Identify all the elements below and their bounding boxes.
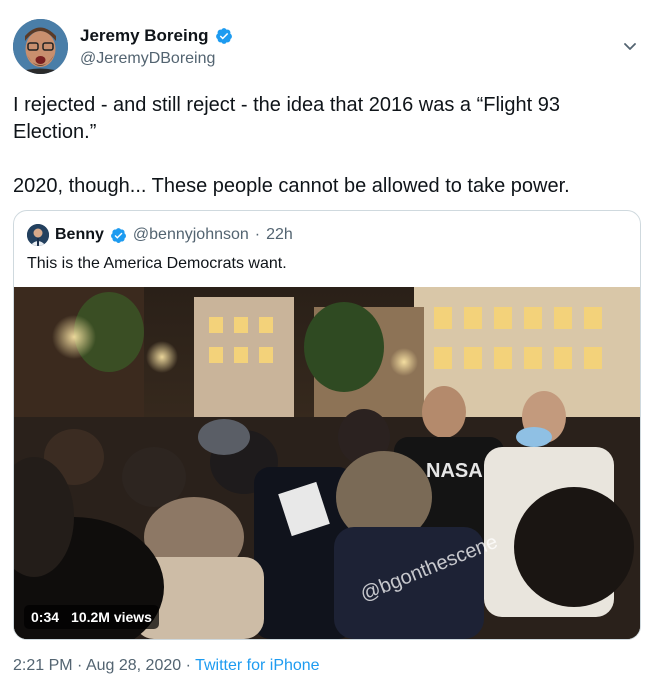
author-avatar[interactable] bbox=[13, 19, 68, 74]
avatar-image bbox=[13, 19, 68, 74]
tweet-source-link[interactable]: Twitter for iPhone bbox=[195, 657, 320, 674]
tweet-footer: 2:21 PM · Aug 28, 2020 · Twitter for iPh… bbox=[13, 657, 320, 675]
quoted-tweet[interactable]: Benny @bennyjohnson · 22h This is the Am… bbox=[13, 210, 641, 640]
tweet-time[interactable]: 2:21 PM bbox=[13, 657, 73, 674]
quoted-author-handle[interactable]: @bennyjohnson bbox=[133, 226, 249, 244]
author-handle[interactable]: @JeremyDBoreing bbox=[80, 50, 215, 68]
tweet-date[interactable]: Aug 28, 2020 bbox=[86, 657, 181, 674]
dot-separator: · bbox=[77, 657, 83, 674]
nasa-shirt-text: NASA bbox=[426, 460, 483, 482]
author-name-row: Jeremy Boreing bbox=[80, 26, 233, 46]
dot-separator: · bbox=[254, 226, 261, 243]
verified-badge-icon bbox=[110, 227, 126, 243]
tweet-text: I rejected - and still reject - the idea… bbox=[13, 94, 570, 197]
dot-separator: · bbox=[185, 657, 191, 674]
quoted-avatar-image bbox=[27, 224, 49, 246]
quoted-author-avatar[interactable] bbox=[27, 224, 49, 246]
video-player[interactable]: NASA @bgonthescene 0:34 10.2M views bbox=[14, 287, 640, 639]
quoted-tweet-age[interactable]: 22h bbox=[266, 226, 293, 244]
author-name[interactable]: Jeremy Boreing bbox=[80, 26, 209, 46]
quoted-author-name[interactable]: Benny bbox=[55, 226, 104, 244]
video-stats-badge: 0:34 10.2M views bbox=[24, 605, 159, 629]
quoted-tweet-text: This is the America Democrats want. bbox=[27, 255, 287, 272]
video-duration: 0:34 bbox=[31, 609, 60, 625]
chevron-down-icon[interactable] bbox=[622, 38, 638, 54]
quoted-tweet-header: Benny @bennyjohnson · 22h bbox=[27, 224, 293, 246]
video-views: 10.2M views bbox=[71, 609, 152, 625]
verified-badge-icon bbox=[215, 28, 232, 44]
video-frame: NASA @bgonthescene bbox=[14, 287, 640, 639]
